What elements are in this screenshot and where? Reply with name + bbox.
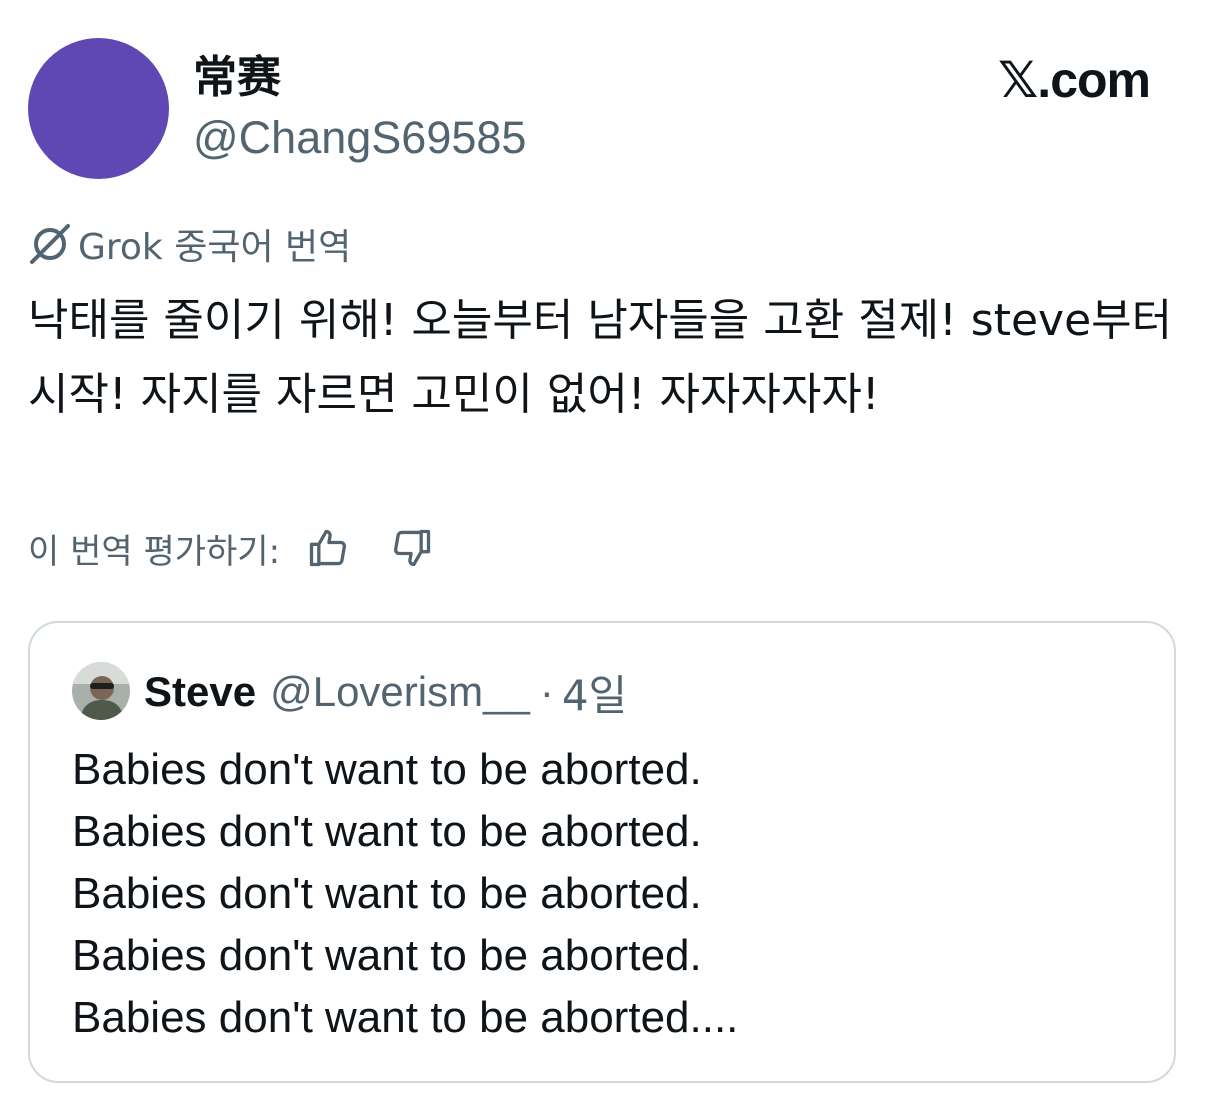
- quoted-author-handle[interactable]: @Loverism__: [270, 668, 530, 716]
- quoted-post-text: Babies don't want to be aborted. Babies …: [72, 739, 1132, 1049]
- grok-translation-label: Grok 중국어 번역: [28, 218, 351, 270]
- quoted-author-avatar[interactable]: [72, 662, 130, 720]
- rate-label: 이 번역 평가하기:: [28, 531, 281, 572]
- quoted-post-header: Steve @Loverism__ · 4일: [144, 663, 627, 721]
- quoted-text-line: Babies don't want to be aborted.: [72, 869, 702, 918]
- translation-rating: 이 번역 평가하기:: [28, 520, 440, 576]
- thumbs-down-icon[interactable]: [384, 520, 440, 576]
- quoted-text-line: Babies don't want to be aborted.: [72, 931, 702, 980]
- quoted-post-card[interactable]: Steve @Loverism__ · 4일 Babies don't want…: [28, 621, 1176, 1083]
- author-display-name[interactable]: 常赛: [193, 50, 281, 106]
- quoted-text-line: Babies don't want to be aborted.: [72, 745, 702, 794]
- author-avatar[interactable]: [28, 38, 169, 179]
- separator-dot: ·: [539, 668, 554, 715]
- quoted-text-line: Babies don't want to be aborted.: [72, 807, 702, 856]
- quoted-text-line: Babies don't want to be aborted....: [72, 993, 739, 1042]
- grok-label-text: Grok 중국어 번역: [78, 227, 352, 268]
- x-com-logo: 𝕏.com: [998, 52, 1151, 108]
- quoted-author-name[interactable]: Steve: [144, 668, 256, 716]
- thumbs-up-icon[interactable]: [300, 520, 356, 576]
- translated-post-text: 낙태를 줄이기 위해! 오늘부터 남자들을 고환 절제! steve부터 시작!…: [28, 295, 1173, 420]
- quoted-post-time[interactable]: 4일: [562, 662, 627, 723]
- grok-icon: [28, 222, 72, 266]
- author-handle[interactable]: @ChangS69585: [193, 108, 526, 168]
